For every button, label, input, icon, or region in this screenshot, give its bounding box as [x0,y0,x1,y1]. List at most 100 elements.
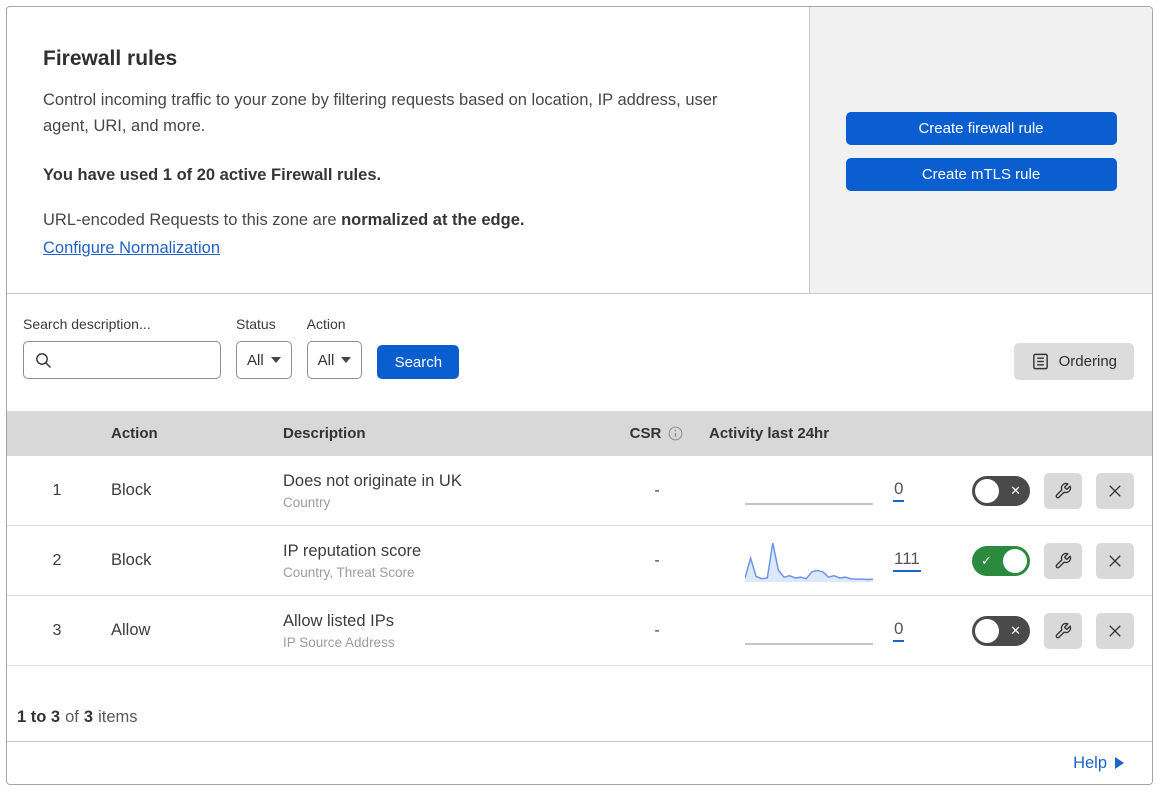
rule-fields: Country, Threat Score [283,564,415,580]
toggle-state-icon: ✕ [1010,622,1021,638]
status-select-value: All [247,351,264,369]
toggle-state-icon: ✕ [1010,482,1021,498]
rule-description: IP reputation score [283,541,422,560]
rule-description: Does not originate in UK [283,471,462,490]
header-csr-label: CSR [629,425,662,442]
action-select-value: All [317,351,335,369]
table-header: Action Description CSR Activity last 24h… [7,411,1152,456]
page-description: Control incoming traffic to your zone by… [43,91,718,136]
search-field-wrap [23,341,221,379]
activity-sparkline [745,467,873,515]
rule-controls: ✓ [937,542,1152,579]
edit-rule-button[interactable] [1044,612,1082,649]
info-icon[interactable] [667,425,684,442]
normalization-bold: normalized at the edge. [341,210,525,229]
edit-rule-button[interactable] [1044,542,1082,579]
rule-activity-cell: 111 [697,537,937,585]
header-description: Description [283,425,366,442]
triangle-right-icon [1115,757,1124,769]
enable-toggle[interactable]: ✕ [972,615,1030,646]
rule-fields: IP Source Address [283,634,395,650]
rule-description-cell: IP reputation score Country, Threat Scor… [277,542,617,580]
enable-toggle[interactable]: ✕ [972,475,1030,506]
help-link[interactable]: Help [1073,754,1124,773]
delete-rule-button[interactable] [1096,472,1134,509]
header-action: Action [111,425,158,442]
firewall-rules-panel: Firewall rules Control incoming traffic … [6,6,1153,785]
delete-rule-button[interactable] [1096,612,1134,649]
rule-csr-value: - [654,621,660,639]
search-button[interactable]: Search [377,345,460,379]
search-label: Search description... [23,316,151,332]
rule-action: Allow [111,621,151,639]
enable-toggle[interactable]: ✓ [972,545,1030,576]
close-icon [1109,624,1121,637]
rule-activity-cell: 0 [697,467,937,515]
rule-description-cell: Allow listed IPs IP Source Address [277,612,617,650]
header-activity: Activity last 24hr [709,425,830,442]
search-icon [36,353,51,368]
rule-controls: ✕ [937,472,1152,509]
items-range: 1 to 3 [17,708,61,726]
table-body: 1 Block Does not originate in UK Country… [7,456,1152,666]
create-firewall-rule-button[interactable]: Create firewall rule [845,112,1117,145]
chevron-down-icon [270,357,281,363]
rule-csr-value: - [654,551,660,569]
normalization-prefix: URL-encoded Requests to this zone are [43,210,342,229]
delete-rule-button[interactable] [1096,542,1134,579]
toggle-knob [975,618,999,643]
rule-number: 1 [52,481,62,499]
rule-activity-cell: 0 [697,607,937,655]
wrench-icon [1055,552,1072,568]
usage-summary: You have used 1 of 20 active Firewall ru… [43,165,382,184]
rule-controls: ✕ [937,612,1152,649]
table-row: 1 Block Does not originate in UK Country… [7,456,1152,526]
items-total: 3 [83,708,94,726]
help-bar: Help [7,742,1152,784]
rule-action: Block [111,481,152,499]
activity-count-link[interactable]: 0 [893,619,905,642]
status-label: Status [236,316,276,332]
wrench-icon [1055,622,1072,638]
status-filter-group: Status All [236,308,292,379]
rule-number: 2 [52,551,62,569]
normalization-note: URL-encoded Requests to this zone are no… [43,211,769,230]
activity-count-link[interactable]: 0 [893,479,905,502]
table-row: 3 Allow Allow listed IPs IP Source Addre… [7,596,1152,666]
rule-description: Allow listed IPs [283,611,394,630]
toggle-state-icon: ✓ [981,552,992,568]
rule-action: Block [111,551,152,569]
rule-fields: Country [283,494,331,510]
create-mtls-rule-button[interactable]: Create mTLS rule [845,158,1117,191]
page-title: Firewall rules [43,47,178,70]
edit-rule-button[interactable] [1044,472,1082,509]
search-group: Search description... [23,308,221,379]
action-label: Action [306,316,346,332]
list-document-icon [1032,353,1048,370]
close-icon [1109,484,1121,497]
items-of: of [65,708,79,726]
activity-sparkline [745,607,873,655]
chevron-down-icon [341,357,352,363]
table-row: 2 Block IP reputation score Country, Thr… [7,526,1152,596]
header-csr: CSR [617,425,697,442]
ordering-button[interactable]: Ordering [1013,343,1134,380]
toggle-knob [1003,548,1027,573]
configure-normalization-link[interactable]: Configure Normalization [43,239,220,258]
pagination-summary: 1 to 3 of 3 items [7,666,1152,742]
activity-count-link[interactable]: 111 [893,549,921,572]
ordering-button-label: Ordering [1058,353,1117,370]
rule-csr-value: - [654,481,660,499]
help-label: Help [1073,753,1107,772]
wrench-icon [1055,482,1072,498]
header-section: Firewall rules Control incoming traffic … [7,7,1152,294]
status-select[interactable]: All [236,341,292,379]
rule-number: 3 [52,621,62,639]
action-filter-group: Action All [306,308,363,379]
activity-flatline [745,502,873,505]
rule-description-cell: Does not originate in UK Country [277,472,617,510]
actions-panel: Create firewall rule Create mTLS rule [809,7,1152,293]
close-icon [1109,554,1121,567]
action-select[interactable]: All [306,341,363,379]
filter-bar: Search description... Status All Action … [7,294,1152,411]
